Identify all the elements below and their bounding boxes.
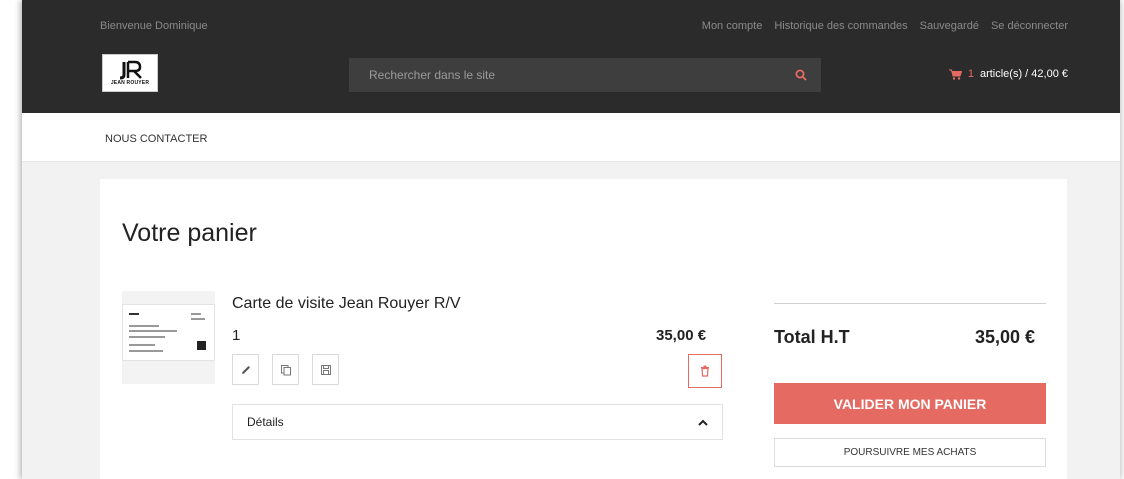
- details-label: Détails: [247, 415, 284, 429]
- cart-count: 1: [967, 68, 974, 80]
- save-button[interactable]: [312, 354, 339, 385]
- delete-button[interactable]: [688, 354, 722, 388]
- logo-text: JEAN ROUYER: [110, 80, 150, 86]
- product-name[interactable]: Carte de visite Jean Rouyer R/V: [232, 295, 461, 313]
- chevron-up-icon: [698, 419, 708, 426]
- cart-panel: Votre panier Carte de visite Jean Rouyer…: [100, 179, 1067, 479]
- welcome-text: Bienvenue Dominique: [100, 20, 208, 32]
- product-price: 35,00 €: [656, 327, 707, 344]
- link-logout[interactable]: Se déconnecter: [991, 20, 1068, 32]
- total-label: Total H.T: [774, 327, 850, 347]
- link-order-history[interactable]: Historique des commandes: [774, 20, 907, 32]
- continue-shopping-button[interactable]: POURSUIVRE MES ACHATS: [774, 438, 1046, 467]
- cart-icon: [948, 69, 962, 80]
- business-card-preview: [122, 304, 215, 361]
- product-thumbnail[interactable]: [122, 291, 215, 384]
- header-cart[interactable]: 1 article(s) / 42,00 €: [948, 68, 1068, 80]
- main-nav: NOUS CONTACTER: [22, 113, 1120, 162]
- page-title: Votre panier: [122, 219, 257, 247]
- validate-cart-button[interactable]: VALIDER MON PANIER: [774, 383, 1046, 424]
- total-value: 35,00 €: [975, 327, 1036, 347]
- search-input[interactable]: [349, 58, 781, 92]
- link-my-account[interactable]: Mon compte: [702, 20, 763, 32]
- site-logo[interactable]: JEAN ROUYER: [102, 54, 158, 92]
- save-icon: [320, 364, 331, 375]
- copy-icon: [280, 364, 291, 375]
- link-saved[interactable]: Sauvegardé: [920, 20, 979, 32]
- search-bar: [349, 58, 821, 92]
- cart-total-text: article(s) / 42,00 €: [979, 68, 1068, 80]
- summary-divider: [774, 303, 1046, 304]
- browser-page: Bienvenue Dominique Mon compte Historiqu…: [22, 0, 1120, 479]
- site-header: Bienvenue Dominique Mon compte Historiqu…: [22, 0, 1120, 113]
- logo-monogram: [119, 60, 142, 80]
- trash-icon: [701, 365, 709, 377]
- details-accordion[interactable]: Détails: [232, 404, 723, 440]
- product-quantity: 1: [232, 327, 241, 344]
- search-button[interactable]: [781, 58, 821, 92]
- nav-item-contact[interactable]: NOUS CONTACTER: [105, 133, 207, 145]
- card-logo-mark: [197, 341, 206, 350]
- pencil-icon: [241, 365, 250, 374]
- account-links: Mon compte Historique des commandes Sauv…: [702, 20, 1068, 32]
- duplicate-button[interactable]: [272, 354, 299, 385]
- search-icon: [795, 69, 807, 81]
- edit-button[interactable]: [232, 354, 259, 385]
